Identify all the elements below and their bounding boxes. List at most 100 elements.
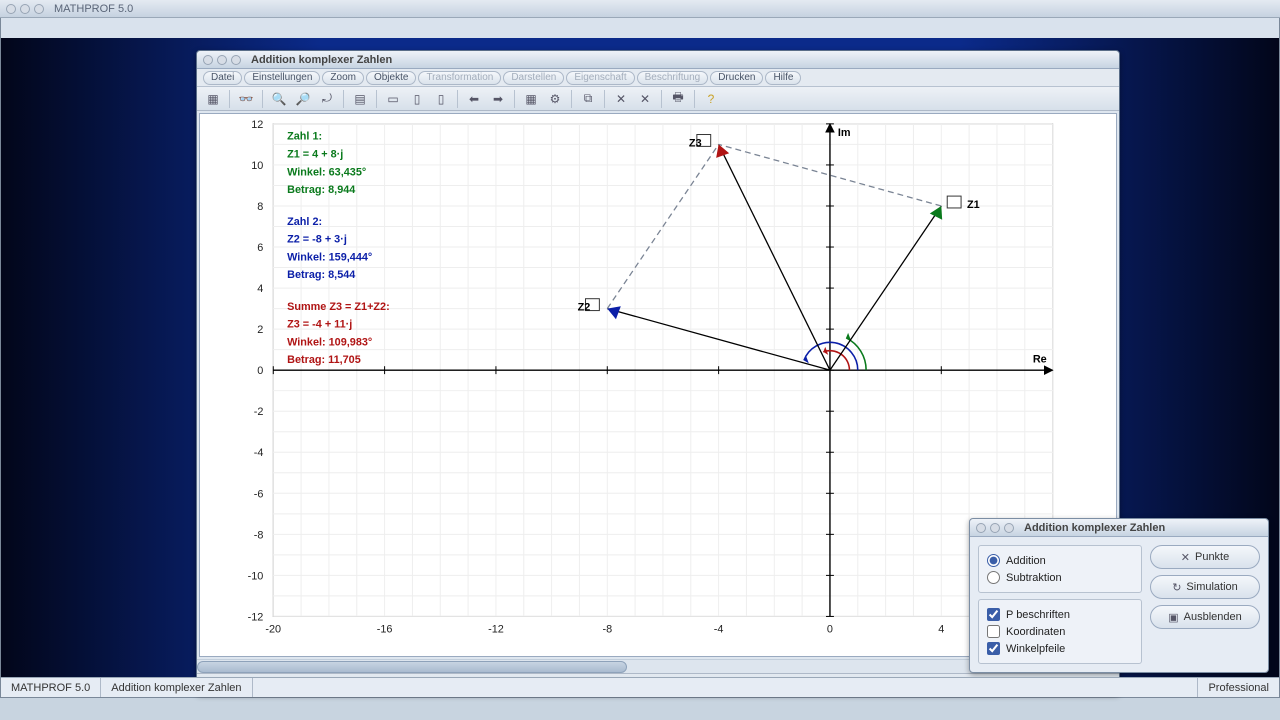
tool-icon[interactable]: ⚙: [545, 90, 565, 108]
document-title: Addition komplexer Zahlen: [251, 54, 392, 66]
delete-icon[interactable]: ✕: [635, 90, 655, 108]
window-control-dot[interactable]: [1004, 523, 1014, 533]
copy-icon[interactable]: ⧉: [578, 90, 598, 108]
window-control-dot[interactable]: [6, 4, 16, 14]
svg-text:8: 8: [257, 201, 263, 213]
check-label: Winkelpfeile: [1006, 643, 1065, 655]
mdi-workspace: Addition komplexer Zahlen DateiEinstellu…: [0, 18, 1280, 698]
svg-text:Z3 = -4 + 11·j: Z3 = -4 + 11·j: [287, 319, 352, 331]
svg-text:Summe Z3 = Z1+Z2:: Summe Z3 = Z1+Z2:: [287, 301, 390, 313]
zoom-out-icon[interactable]: 🔎: [293, 90, 313, 108]
menu-einstellungen[interactable]: Einstellungen: [244, 71, 320, 85]
hide-icon: ▣: [1168, 611, 1178, 624]
svg-text:Zahl 2:: Zahl 2:: [287, 216, 322, 228]
window-control-dot[interactable]: [34, 4, 44, 14]
separator: [343, 90, 344, 108]
svg-text:0: 0: [257, 365, 263, 377]
svg-text:Betrag: 8,944: Betrag: 8,944: [287, 184, 355, 196]
window-control-dot[interactable]: [976, 523, 986, 533]
arrow-left-icon[interactable]: ⬅: [464, 90, 484, 108]
ausblenden-button[interactable]: ▣Ausblenden: [1150, 605, 1260, 629]
window-control-dot[interactable]: [231, 55, 241, 65]
punkte-button[interactable]: ✕Punkte: [1150, 545, 1260, 569]
svg-text:Winkel: 159,444°: Winkel: 159,444°: [287, 251, 372, 263]
table-icon[interactable]: ▦: [521, 90, 541, 108]
check-koordinaten[interactable]: Koordinaten: [987, 623, 1133, 640]
delete-icon[interactable]: ✕: [611, 90, 631, 108]
check-label: Koordinaten: [1006, 626, 1065, 638]
status-edition: Professional: [1197, 678, 1279, 697]
zoom-in-icon[interactable]: 🔍: [269, 90, 289, 108]
separator: [262, 90, 263, 108]
svg-text:Z1 = 4 + 8·j: Z1 = 4 + 8·j: [287, 149, 343, 161]
menu-transformation: Transformation: [418, 71, 501, 85]
arrow-right-icon[interactable]: ➡: [488, 90, 508, 108]
simulation-button[interactable]: ↻ Simulation: [1150, 575, 1260, 599]
print-icon[interactable]: 🖶: [668, 90, 688, 108]
outer-menu-strip: [1, 18, 1279, 38]
app-titlebar: MATHPROF 5.0: [0, 0, 1280, 18]
window-control-dot[interactable]: [990, 523, 1000, 533]
help-icon[interactable]: ?: [701, 90, 721, 108]
separator: [661, 90, 662, 108]
svg-text:-12: -12: [488, 623, 504, 635]
svg-text:Z1: Z1: [967, 199, 980, 211]
svg-text:Betrag: 8,544: Betrag: 8,544: [287, 269, 355, 281]
svg-text:Winkel: 109,983°: Winkel: 109,983°: [287, 336, 372, 348]
menu-datei[interactable]: Datei: [203, 71, 242, 85]
svg-text:-4: -4: [254, 447, 264, 459]
layout-icon[interactable]: ▯: [407, 90, 427, 108]
radio-addition[interactable]: Addition: [987, 552, 1133, 569]
svg-text:Z2 = -8 + 3·j: Z2 = -8 + 3·j: [287, 234, 347, 246]
layout-icon[interactable]: ▯: [431, 90, 451, 108]
options-group: P beschriften Koordinaten Winkelpfeile: [978, 599, 1142, 664]
status-app: MATHPROF 5.0: [1, 678, 101, 697]
separator: [376, 90, 377, 108]
menu-hilfe[interactable]: Hilfe: [765, 71, 801, 85]
svg-text:Re: Re: [1033, 353, 1047, 365]
check-p-beschriften[interactable]: P beschriften: [987, 606, 1133, 623]
window-control-dot[interactable]: [20, 4, 30, 14]
scrollbar-thumb[interactable]: [197, 661, 627, 673]
svg-text:-16: -16: [377, 623, 393, 635]
app-title: MATHPROF 5.0: [54, 3, 133, 15]
refresh-icon: ↻: [1172, 581, 1181, 594]
svg-text:-20: -20: [265, 623, 281, 635]
button-label: Simulation: [1186, 581, 1237, 593]
svg-text:2: 2: [257, 324, 263, 336]
status-doc: Addition komplexer Zahlen: [101, 678, 252, 697]
svg-text:-12: -12: [248, 611, 264, 623]
svg-text:-6: -6: [254, 488, 264, 500]
binoculars-icon[interactable]: 👓: [236, 90, 256, 108]
svg-text:-8: -8: [254, 529, 264, 541]
svg-text:Zahl 1:: Zahl 1:: [287, 131, 322, 143]
svg-text:6: 6: [257, 242, 263, 254]
tool-icon[interactable]: ▦: [203, 90, 223, 108]
zoom-reset-icon[interactable]: ⤾: [317, 90, 337, 108]
status-bar: MATHPROF 5.0 Addition komplexer Zahlen P…: [1, 677, 1279, 697]
svg-text:-4: -4: [714, 623, 724, 635]
separator: [457, 90, 458, 108]
check-label: P beschriften: [1006, 609, 1070, 621]
check-winkelpfeile[interactable]: Winkelpfeile: [987, 640, 1133, 657]
grid-icon[interactable]: ▤: [350, 90, 370, 108]
panel-titlebar[interactable]: Addition komplexer Zahlen: [970, 519, 1268, 537]
menu-zoom[interactable]: Zoom: [322, 71, 364, 85]
menu-beschriftung: Beschriftung: [637, 71, 709, 85]
layout-icon[interactable]: ▭: [383, 90, 403, 108]
menu-drucken[interactable]: Drucken: [710, 71, 763, 85]
control-panel[interactable]: Addition komplexer Zahlen Addition Subtr…: [969, 518, 1269, 673]
radio-label: Subtraktion: [1006, 572, 1062, 584]
menu-objekte[interactable]: Objekte: [366, 71, 416, 85]
document-titlebar[interactable]: Addition komplexer Zahlen: [197, 51, 1119, 69]
window-control-dot[interactable]: [203, 55, 213, 65]
svg-text:0: 0: [827, 623, 833, 635]
mode-group: Addition Subtraktion: [978, 545, 1142, 593]
menu-eigenschaft: Eigenschaft: [566, 71, 634, 85]
toolbar: ▦ 👓 🔍 🔎 ⤾ ▤ ▭ ▯ ▯ ⬅ ➡ ▦ ⚙ ⧉ ✕ ✕ 🖶: [197, 87, 1119, 111]
svg-text:12: 12: [251, 119, 263, 131]
window-control-dot[interactable]: [217, 55, 227, 65]
radio-subtraktion[interactable]: Subtraktion: [987, 569, 1133, 586]
svg-text:Z2: Z2: [578, 302, 591, 314]
svg-text:Z3: Z3: [689, 137, 702, 149]
